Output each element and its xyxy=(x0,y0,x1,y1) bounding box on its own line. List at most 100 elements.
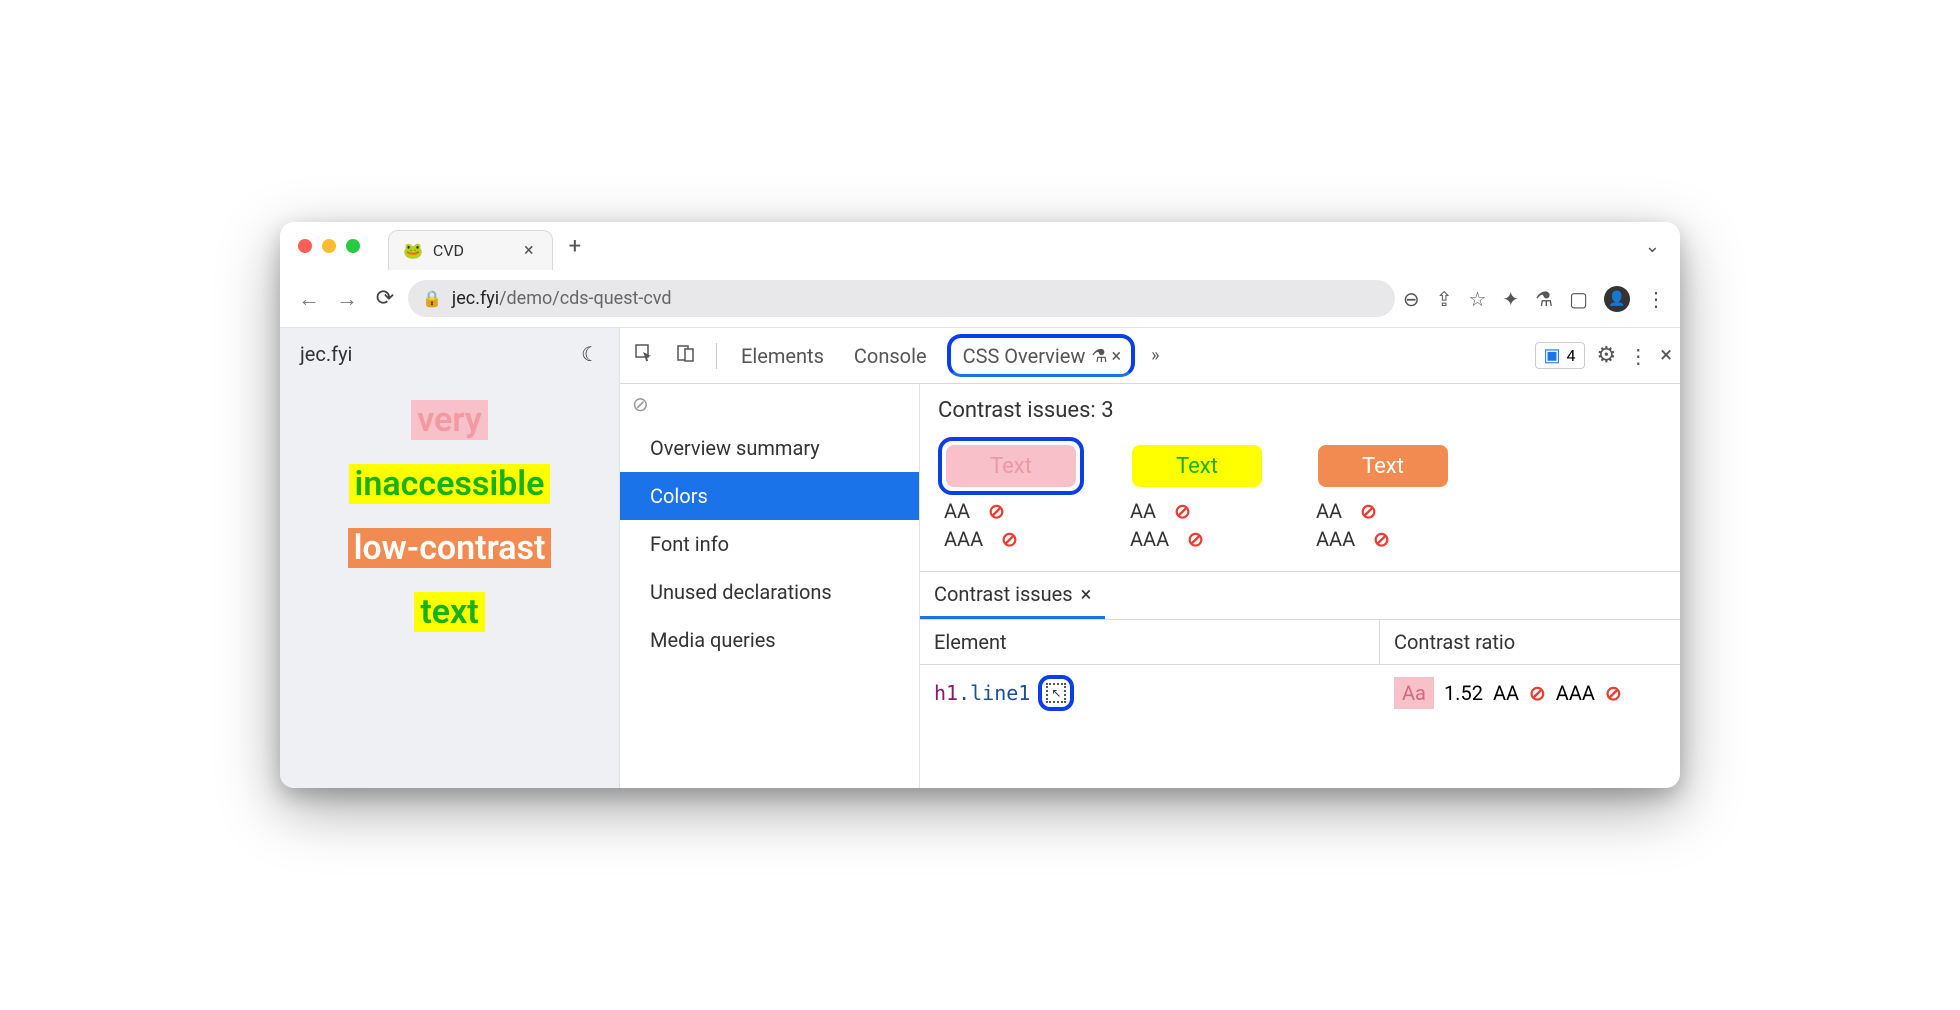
bookmark-icon[interactable]: ☆ xyxy=(1468,287,1486,311)
forward-button[interactable]: → xyxy=(332,286,362,312)
scroll-into-view-button[interactable]: ↖ xyxy=(1038,675,1074,711)
tab-elements[interactable]: Elements xyxy=(731,338,834,374)
back-button[interactable]: ← xyxy=(294,286,324,312)
fail-icon: ⊘ xyxy=(1529,681,1546,705)
css-overview-main: Contrast issues: 3 Text AA⊘ AAA⊘ Text xyxy=(920,384,1680,788)
fail-icon: ⊘ xyxy=(1373,527,1390,551)
window-controls xyxy=(280,239,378,253)
tab-favicon-icon: 🐸 xyxy=(403,241,423,260)
lock-icon: 🔒 xyxy=(422,289,442,308)
url-path: /demo/cds-quest-cvd xyxy=(499,288,671,309)
aaa-label: AAA xyxy=(1130,527,1169,551)
page-viewport: jec.fyi ☾ very inaccessible low-contrast… xyxy=(280,328,620,788)
tab-css-overview[interactable]: CSS Overview ⚗ × xyxy=(947,334,1136,377)
sidebar-item-colors[interactable]: Colors xyxy=(620,472,919,520)
contrast-swatch-3[interactable]: Text AA⊘ AAA⊘ xyxy=(1310,437,1456,551)
tab-title: CVD xyxy=(433,241,464,260)
url-input[interactable]: 🔒 jec.fyi/demo/cds-quest-cvd xyxy=(408,280,1395,317)
extensions-icon[interactable]: ✦ xyxy=(1502,287,1519,311)
fail-icon: ⊘ xyxy=(988,499,1005,523)
selector-tag: h1 xyxy=(934,681,958,705)
browser-menu-button[interactable]: ⋮ xyxy=(1646,287,1666,311)
sidebar-item-unused[interactable]: Unused declarations xyxy=(620,568,919,616)
th-element: Element xyxy=(920,620,1380,664)
td-contrast-ratio: Aa 1.52 AA ⊘ AAA ⊘ xyxy=(1380,665,1680,721)
minimize-window-button[interactable] xyxy=(322,239,336,253)
device-toolbar-button[interactable] xyxy=(670,339,702,372)
aa-label: AA xyxy=(1316,499,1342,523)
issues-badge[interactable]: ▣ 4 xyxy=(1535,342,1585,369)
contrast-table-header: Element Contrast ratio xyxy=(920,620,1680,665)
subtab-contrast-issues[interactable]: Contrast issues × xyxy=(920,572,1105,619)
close-panel-icon[interactable]: × xyxy=(1112,346,1122,367)
fail-icon: ⊘ xyxy=(1174,499,1191,523)
aaa-label: AAA xyxy=(944,527,983,551)
share-icon[interactable]: ⇪ xyxy=(1436,287,1453,311)
swatch-sample-2: Text xyxy=(1132,445,1262,487)
sidebar-item-media[interactable]: Media queries xyxy=(620,616,919,664)
element-selector: h1.line1 xyxy=(934,681,1030,705)
reload-button[interactable]: ⟳ xyxy=(370,286,400,311)
devtools-panel: Elements Console CSS Overview ⚗ × » ▣ 4 … xyxy=(620,328,1680,788)
swatch-sample-1: Text xyxy=(946,445,1076,487)
close-devtools-button[interactable]: × xyxy=(1660,343,1672,368)
subtab-label: Contrast issues xyxy=(934,582,1073,606)
sidebar-item-overview[interactable]: Overview summary xyxy=(620,424,919,472)
aa-label: AA xyxy=(944,499,970,523)
word-1: very xyxy=(411,400,488,440)
scroll-into-view-icon: ↖ xyxy=(1046,683,1066,703)
close-tab-button[interactable]: × xyxy=(524,240,534,261)
selector-class: .line1 xyxy=(958,681,1030,705)
tab-console[interactable]: Console xyxy=(844,338,937,374)
tabs-overflow-button[interactable]: ⌄ xyxy=(1645,236,1660,257)
row-aaa-label: AAA xyxy=(1556,681,1595,705)
title-bar: 🐸 CVD × + ⌄ xyxy=(280,222,1680,270)
devtools-menu-button[interactable]: ⋮ xyxy=(1628,344,1648,368)
divider xyxy=(716,343,717,369)
url-domain: jec.fyi xyxy=(452,288,499,309)
contrast-swatch-1[interactable]: Text AA⊘ AAA⊘ xyxy=(938,437,1084,551)
contrast-table-row[interactable]: h1.line1 ↖ Aa 1.52 AA ⊘ AAA ⊘ xyxy=(920,665,1680,721)
sidebar-item-font[interactable]: Font info xyxy=(620,520,919,568)
page-words: very inaccessible low-contrast text xyxy=(280,380,619,632)
issues-count: 4 xyxy=(1567,346,1576,365)
settings-button[interactable]: ⚙ xyxy=(1597,343,1617,368)
contrast-swatch-2[interactable]: Text AA⊘ AAA⊘ xyxy=(1124,437,1270,551)
clear-icon[interactable]: ⊘ xyxy=(620,384,919,424)
zoom-out-icon[interactable]: ⊖ xyxy=(1403,287,1420,311)
issues-icon: ▣ xyxy=(1544,345,1561,366)
dark-mode-toggle[interactable]: ☾ xyxy=(581,342,599,366)
word-2: inaccessible xyxy=(349,464,551,504)
browser-window: 🐸 CVD × + ⌄ ← → ⟳ 🔒 jec.fyi/demo/cds-que… xyxy=(280,222,1680,788)
swatch-sample-3: Text xyxy=(1318,445,1448,487)
profile-avatar[interactable]: 👤 xyxy=(1604,286,1630,312)
close-window-button[interactable] xyxy=(298,239,312,253)
reading-list-icon[interactable]: ▢ xyxy=(1569,287,1588,311)
aa-label: AA xyxy=(1130,499,1156,523)
row-aa-label: AA xyxy=(1493,681,1519,705)
new-tab-button[interactable]: + xyxy=(569,234,581,259)
fail-icon: ⊘ xyxy=(1360,499,1377,523)
aaa-label: AAA xyxy=(1316,527,1355,551)
contrast-issues-heading: Contrast issues: 3 xyxy=(920,384,1680,437)
site-label: jec.fyi xyxy=(300,342,352,366)
content-area: jec.fyi ☾ very inaccessible low-contrast… xyxy=(280,328,1680,788)
browser-tab[interactable]: 🐸 CVD × xyxy=(388,230,553,270)
experiments-icon[interactable]: ⚗ xyxy=(1535,287,1553,311)
fail-icon: ⊘ xyxy=(1187,527,1204,551)
tab-css-overview-label: CSS Overview xyxy=(961,342,1088,370)
devtools-body: ⊘ Overview summary Colors Font info Unus… xyxy=(620,384,1680,788)
more-tabs-button[interactable]: » xyxy=(1145,341,1165,370)
inspect-element-button[interactable] xyxy=(628,339,660,372)
toolbar-icons: ⊖ ⇪ ☆ ✦ ⚗ ▢ 👤 ⋮ xyxy=(1403,286,1666,312)
close-subtab-icon[interactable]: × xyxy=(1081,582,1092,606)
address-bar: ← → ⟳ 🔒 jec.fyi/demo/cds-quest-cvd ⊖ ⇪ ☆… xyxy=(280,270,1680,328)
contrast-swatches: Text AA⊘ AAA⊘ Text AA⊘ AAA⊘ xyxy=(920,437,1680,571)
word-3: low-contrast xyxy=(348,528,552,568)
page-header: jec.fyi ☾ xyxy=(280,328,619,380)
contrast-issues-subtabs: Contrast issues × xyxy=(920,571,1680,620)
maximize-window-button[interactable] xyxy=(346,239,360,253)
fail-icon: ⊘ xyxy=(1605,681,1622,705)
css-overview-sidebar: ⊘ Overview summary Colors Font info Unus… xyxy=(620,384,920,788)
swatch-highlight: Text xyxy=(938,437,1084,495)
